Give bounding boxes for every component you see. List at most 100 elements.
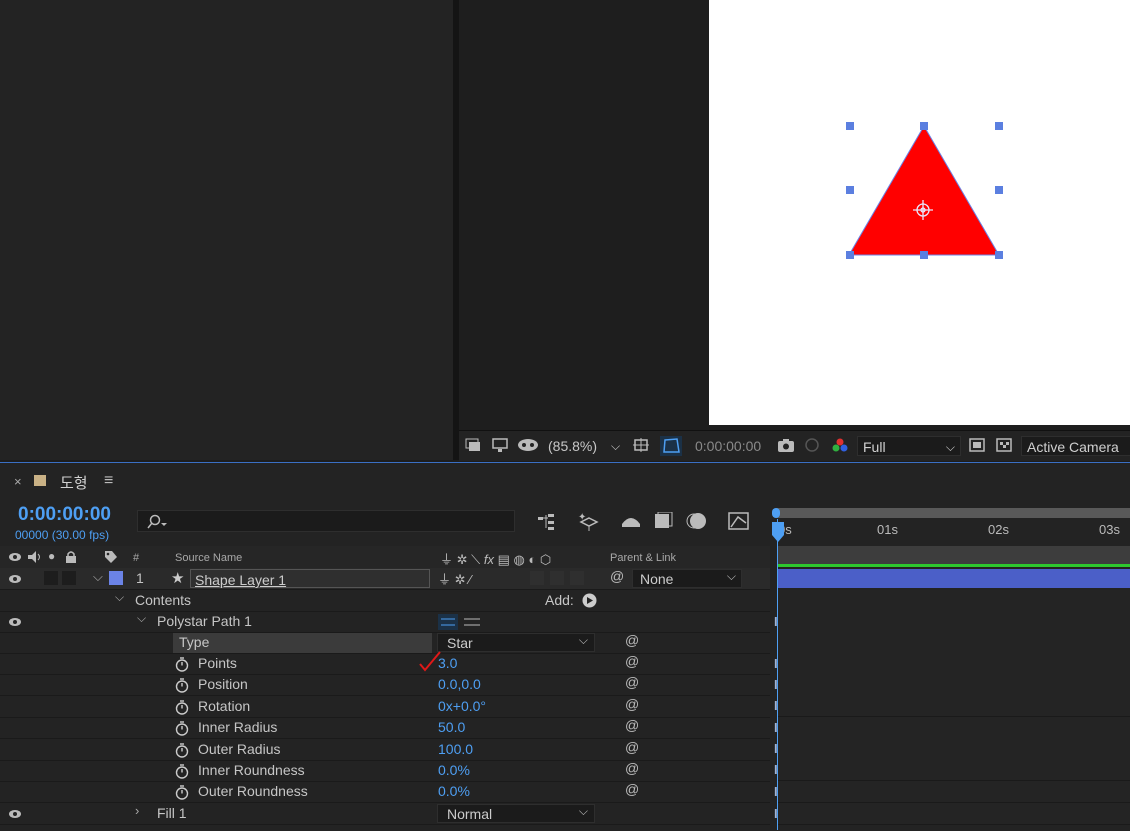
polystar-row[interactable]: ⌵ Polystar Path 1 xyxy=(0,611,770,633)
monitor-icon[interactable] xyxy=(492,438,508,452)
property-value[interactable]: 0.0% xyxy=(438,781,470,802)
keyframe-navigator-icon[interactable]: I xyxy=(774,742,782,756)
expression-pickwhip-icon[interactable]: @ xyxy=(625,717,639,733)
blend-mode-dropdown[interactable]: Normal ⌵ xyxy=(437,804,595,823)
parent-link-header[interactable]: Parent & Link xyxy=(610,552,676,564)
keyframe-navigator-icon[interactable]: I xyxy=(774,678,782,692)
pick-whip-icon[interactable]: @ xyxy=(610,568,624,584)
layer-switch-icons[interactable]: ⏚ ✲ ⁄ xyxy=(438,569,471,588)
resolution-dropdown[interactable]: Full ⌵ xyxy=(857,436,961,456)
chevron-down-icon[interactable]: ⌵ xyxy=(115,590,124,605)
timeline-track-row[interactable] xyxy=(778,759,1130,781)
audio-icon[interactable] xyxy=(27,550,43,564)
frame-blending-icon[interactable] xyxy=(654,512,674,530)
timeline-track-row[interactable] xyxy=(778,781,1130,803)
zoom-dropdown[interactable]: (85.8%) xyxy=(548,437,597,455)
fill-row[interactable]: › Fill 1 Normal ⌵ xyxy=(0,803,770,825)
chevron-down-icon[interactable]: ⌵ xyxy=(137,611,146,626)
timeline-track-row[interactable] xyxy=(778,653,1130,675)
keyframe-navigator-icon[interactable]: I xyxy=(774,807,782,821)
eye-visibility-icon[interactable] xyxy=(8,616,22,628)
expression-pickwhip-icon[interactable]: @ xyxy=(625,739,639,755)
timeline-track-row[interactable] xyxy=(778,695,1130,717)
viewer-timecode[interactable]: 0:00:00:00 xyxy=(695,437,761,455)
always-preview-icon[interactable] xyxy=(465,438,481,452)
show-snapshot-icon[interactable] xyxy=(804,438,820,452)
camera-dropdown[interactable]: Active Camera xyxy=(1021,436,1130,456)
expression-pickwhip-icon[interactable]: @ xyxy=(625,696,639,712)
current-time-indicator[interactable] xyxy=(771,521,785,543)
chevron-right-icon[interactable]: › xyxy=(135,803,139,818)
video-visibility-icon[interactable] xyxy=(8,551,22,563)
property-row[interactable]: Position 0.0,0.0 @ xyxy=(0,674,770,697)
region-of-interest-icon[interactable] xyxy=(633,438,649,452)
stopwatch-icon[interactable] xyxy=(174,763,190,779)
keyframe-navigator-icon[interactable]: I xyxy=(774,699,782,713)
color-channels-icon[interactable] xyxy=(831,438,849,452)
keyframe-navigator-icon[interactable]: I xyxy=(774,763,782,777)
path-direction-icons[interactable] xyxy=(438,614,484,630)
close-tab-icon[interactable]: × xyxy=(14,474,22,489)
solo-switch[interactable] xyxy=(62,571,76,585)
source-name-header[interactable]: Source Name xyxy=(175,552,242,564)
current-time-display[interactable]: 0:00:00:00 xyxy=(18,504,111,526)
timeline-track-row[interactable] xyxy=(778,674,1130,696)
composition-mini-flowchart-icon[interactable] xyxy=(536,512,558,532)
work-area-bar[interactable] xyxy=(776,508,1130,518)
fast-preview-icon[interactable] xyxy=(969,438,985,452)
timeline-track-row[interactable] xyxy=(778,590,1130,612)
chevron-down-icon[interactable]: ⌵ xyxy=(93,569,103,585)
property-value[interactable]: 0.0% xyxy=(438,760,470,781)
lock-icon[interactable] xyxy=(65,550,77,564)
layer-duration-bar[interactable] xyxy=(778,569,1130,588)
type-dropdown[interactable]: Star ⌵ xyxy=(437,633,595,652)
switch-box[interactable] xyxy=(570,571,584,585)
timeline-track-row[interactable] xyxy=(778,632,1130,654)
composition-canvas[interactable] xyxy=(709,0,1130,425)
chevron-down-icon[interactable]: ⌵ xyxy=(611,437,620,455)
contents-row[interactable]: ⌵ Contents Add: xyxy=(0,590,770,612)
property-value[interactable]: 100.0 xyxy=(438,739,473,760)
timeline-track-row[interactable] xyxy=(778,803,1130,825)
camera-snapshot-icon[interactable] xyxy=(777,438,795,452)
property-value[interactable]: 50.0 xyxy=(438,717,465,738)
motion-blur-icon[interactable] xyxy=(686,511,708,531)
composition-tab-name[interactable]: 도형 xyxy=(60,472,88,493)
eye-visibility-icon[interactable] xyxy=(8,573,22,585)
layer-name-field[interactable]: Shape Layer 1 xyxy=(190,569,430,588)
shape-layer-preview[interactable] xyxy=(709,0,1130,425)
stopwatch-icon[interactable] xyxy=(174,677,190,694)
property-row-type[interactable]: Type Star ⌵ @ xyxy=(0,632,770,654)
comp-marker-bar[interactable] xyxy=(778,546,1130,564)
expression-pickwhip-icon[interactable]: @ xyxy=(625,760,639,776)
transparency-grid-icon[interactable] xyxy=(660,436,682,456)
property-row[interactable]: Outer Radius 100.0 @ xyxy=(0,739,770,761)
add-play-icon[interactable] xyxy=(582,593,597,608)
layer-row[interactable]: ⌵ 1 ★ Shape Layer 1 ⏚ ✲ ⁄ @ None ⌵ xyxy=(0,568,770,590)
red-triangle-shape[interactable] xyxy=(848,125,1000,256)
property-row[interactable]: Inner Roundness 0.0% @ xyxy=(0,760,770,782)
stopwatch-icon[interactable] xyxy=(174,720,190,736)
solo-icon[interactable]: ● xyxy=(48,549,55,563)
keyframe-navigator-icon[interactable]: I xyxy=(774,721,782,735)
timeline-track-row[interactable] xyxy=(778,738,1130,760)
work-area-start-handle[interactable] xyxy=(772,508,780,518)
label-tag-icon[interactable] xyxy=(104,550,118,564)
keyframe-navigator-icon[interactable]: I xyxy=(774,785,782,799)
property-row[interactable]: Points 3.0 @ xyxy=(0,653,770,675)
expression-pickwhip-icon[interactable]: @ xyxy=(625,674,639,690)
stopwatch-icon[interactable] xyxy=(174,656,190,672)
property-value[interactable]: 0x+0.0° xyxy=(438,696,486,717)
shy-layers-icon[interactable] xyxy=(620,512,642,530)
label-color-swatch[interactable] xyxy=(109,571,123,585)
property-row[interactable]: Outer Roundness 0.0% @ xyxy=(0,781,770,804)
checkerboard-icon[interactable] xyxy=(996,438,1012,452)
layer-search-input[interactable] xyxy=(137,510,515,532)
expression-pickwhip-icon[interactable]: @ xyxy=(625,653,639,669)
keyframe-navigator-icon[interactable]: I xyxy=(774,615,782,629)
stopwatch-icon[interactable] xyxy=(174,699,190,715)
draft-3d-icon[interactable]: ✦ xyxy=(577,510,601,532)
parent-dropdown[interactable]: None ⌵ xyxy=(632,569,742,588)
keyframe-navigator-icon[interactable]: I xyxy=(774,657,782,671)
mask-visibility-icon[interactable] xyxy=(517,438,539,452)
